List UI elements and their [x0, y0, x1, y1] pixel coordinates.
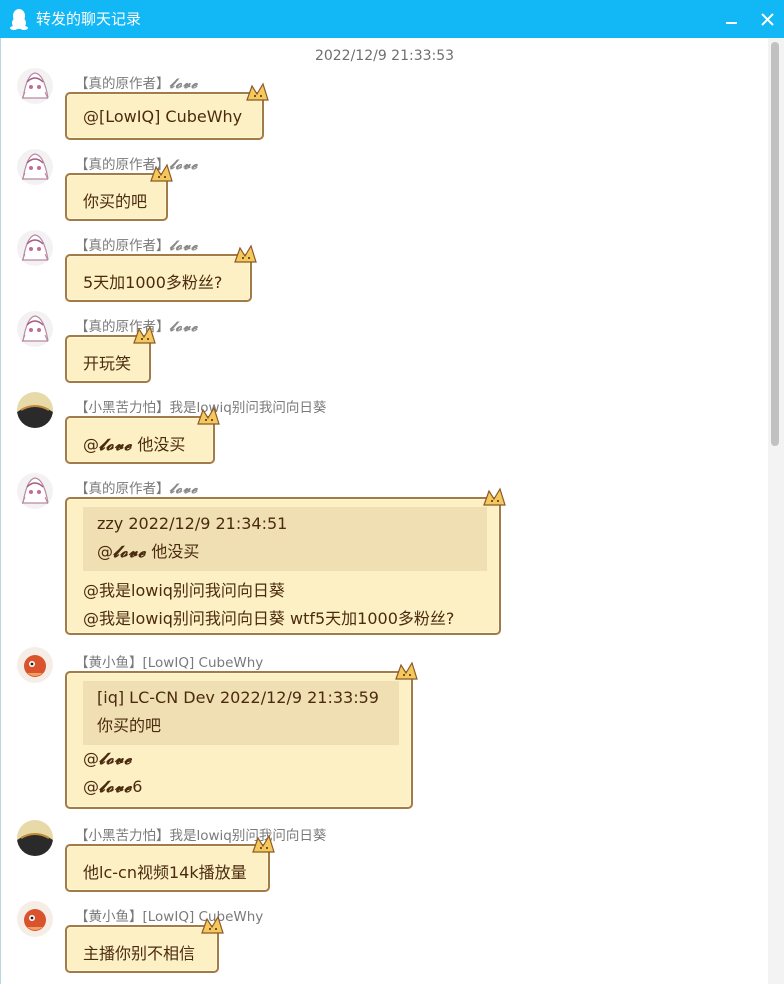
- quote-body: @𝓵𝓸𝓿𝓮 他没买: [97, 538, 199, 562]
- message-text: @我是lowiq别问我问向日葵: [83, 581, 285, 600]
- message-text: @𝓵𝓸𝓿𝓮6: [83, 777, 142, 797]
- quote-header: [iq] LC-CN Dev 2022/12/9 21:33:59: [97, 688, 379, 707]
- mention-at: @: [83, 777, 99, 796]
- vertical-scrollbar[interactable]: [768, 38, 784, 984]
- sender-name: 【黄小鱼】[LowIQ] CubeWhy: [75, 655, 264, 671]
- scrollbar-thumb[interactable]: [771, 42, 779, 446]
- message-bubble[interactable]: 你买的吧: [65, 163, 173, 221]
- mention-at: @: [83, 749, 99, 768]
- sender-nick: 𝓵𝓸𝓿𝓮: [169, 76, 199, 92]
- cat-ear-icon: [483, 487, 506, 506]
- mention-nick: 𝓵𝓸𝓿𝓮: [99, 749, 133, 768]
- message-bubble[interactable]: @𝓵𝓸𝓿𝓮 他没买: [65, 406, 220, 464]
- quoted-message[interactable]: zzy 2022/12/9 21:34:51 @𝓵𝓸𝓿𝓮 他没买: [83, 507, 487, 571]
- sender-name: 【真的原作者】𝓵𝓸𝓿𝓮: [75, 234, 198, 254]
- message-bubble[interactable]: 他lc-cn视频14k播放量: [65, 834, 275, 892]
- quote-rest: 他没买: [146, 542, 200, 561]
- minimize-button[interactable]: [716, 4, 746, 34]
- chat-history: 2022/12/9 21:33:53 【真的原作者】𝓵𝓸𝓿𝓮 @[LowIQ] …: [1, 38, 768, 984]
- quoted-message[interactable]: [iq] LC-CN Dev 2022/12/9 21:33:59 你买的吧: [83, 681, 399, 745]
- title-bar: 转发的聊天记录: [0, 0, 784, 38]
- qq-penguin-icon: [10, 8, 28, 30]
- mention-at: @: [97, 542, 113, 561]
- message-text: @𝓵𝓸𝓿𝓮: [83, 749, 132, 769]
- avatar[interactable]: [17, 68, 53, 104]
- cat-ear-icon: [201, 915, 224, 934]
- quote-header: zzy 2022/12/9 21:34:51: [97, 514, 288, 533]
- message-text: @[LowIQ] CubeWhy: [83, 107, 243, 126]
- message-text: @𝓵𝓸𝓿𝓮 他没买: [83, 431, 185, 455]
- message-text: 开玩笑: [83, 354, 132, 373]
- cat-ear-icon: [133, 325, 156, 344]
- quote-body: 你买的吧: [97, 716, 162, 735]
- avatar[interactable]: [17, 392, 53, 428]
- close-icon: [761, 13, 774, 26]
- mention-at: @: [83, 435, 99, 454]
- message-bubble[interactable]: 5天加1000多粉丝?: [65, 244, 257, 302]
- message-rest: 他没买: [132, 435, 186, 454]
- sender-name: 【真的原作者】𝓵𝓸𝓿𝓮: [75, 72, 198, 92]
- sender-tag: 【真的原作者】: [75, 238, 170, 254]
- message-text: @我是lowiq别问我问向日葵 wtf5天加1000多粉丝?: [83, 609, 455, 628]
- message-text: 主播你别不相信: [83, 944, 196, 963]
- cat-ear-icon: [150, 163, 173, 182]
- sender-nick: 𝓵𝓸𝓿𝓮: [169, 319, 199, 335]
- message-bubble[interactable]: 主播你别不相信: [65, 915, 224, 973]
- avatar[interactable]: [17, 473, 53, 509]
- message-text: 5天加1000多粉丝?: [83, 273, 223, 292]
- message-rest: 6: [132, 777, 143, 796]
- mention-nick: 𝓵𝓸𝓿𝓮: [99, 435, 133, 454]
- sender-name: 【真的原作者】𝓵𝓸𝓿𝓮: [75, 477, 198, 497]
- message-bubble[interactable]: 开玩笑: [65, 325, 156, 383]
- timestamp: 2022/12/9 21:33:53: [314, 48, 455, 64]
- avatar[interactable]: [17, 230, 53, 266]
- sender-name: 【黄小鱼】[LowIQ] CubeWhy: [75, 909, 264, 925]
- message-text: 他lc-cn视频14k播放量: [83, 863, 247, 882]
- sender-nick: 𝓵𝓸𝓿𝓮: [169, 238, 199, 254]
- close-button[interactable]: [752, 4, 782, 34]
- message-bubble[interactable]: @[LowIQ] CubeWhy: [65, 82, 269, 140]
- window-title: 转发的聊天记录: [36, 10, 142, 28]
- cat-ear-icon: [234, 244, 257, 263]
- sender-tag: 【真的原作者】: [75, 481, 170, 497]
- cat-ear-icon: [395, 661, 418, 680]
- cat-ear-icon: [246, 82, 269, 101]
- avatar[interactable]: [17, 149, 53, 185]
- avatar[interactable]: [17, 820, 53, 856]
- sender-name: 【真的原作者】𝓵𝓸𝓿𝓮: [75, 153, 198, 173]
- cat-ear-icon: [197, 406, 220, 425]
- message-text: 你买的吧: [83, 192, 148, 211]
- message-bubble[interactable]: [iq] LC-CN Dev 2022/12/9 21:33:59 你买的吧 @…: [65, 661, 418, 809]
- sender-nick: 𝓵𝓸𝓿𝓮: [169, 481, 199, 497]
- avatar[interactable]: [17, 311, 53, 347]
- sender-tag: 【真的原作者】: [75, 76, 170, 92]
- minimize-icon: [726, 22, 737, 24]
- mention-nick: 𝓵𝓸𝓿𝓮: [99, 777, 133, 796]
- sender-name: 【小黑苦力怕】我是lowiq别问我问向日葵: [75, 828, 327, 844]
- mention-nick: 𝓵𝓸𝓿𝓮: [113, 542, 147, 561]
- avatar[interactable]: [17, 647, 53, 683]
- avatar[interactable]: [17, 901, 53, 937]
- cat-ear-icon: [252, 834, 275, 853]
- message-bubble[interactable]: zzy 2022/12/9 21:34:51 @𝓵𝓸𝓿𝓮 他没买 @我是lowi…: [65, 487, 506, 635]
